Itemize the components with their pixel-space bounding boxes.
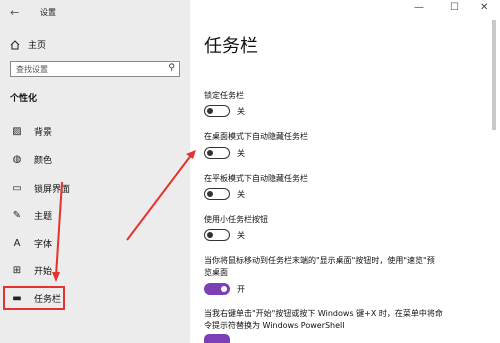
toggle-powershell[interactable] [204, 334, 230, 343]
toggle-knob [207, 107, 213, 114]
toggle-state: 关 [237, 149, 245, 158]
toggle-knob [207, 190, 213, 197]
setting-label: 使用小任务栏按钮 [204, 215, 268, 224]
setting-label: 在桌面模式下自动隐藏任务栏 [204, 132, 308, 141]
setting-label: 览桌面 [204, 268, 228, 277]
toggle-state: 关 [237, 190, 245, 199]
toggle-knob [207, 231, 213, 238]
minimize-icon[interactable]: — [414, 2, 424, 13]
toggle-autohide-desktop[interactable] [204, 147, 230, 159]
setting-label: 当我右键单击"开始"按钮或按下 Windows 键+X 时，在菜单中将命 [204, 309, 443, 318]
toggle-state: 关 [237, 231, 245, 240]
toggle-autohide-tablet[interactable] [204, 188, 230, 200]
toggle-peek-desktop[interactable] [204, 283, 230, 295]
toggle-state: 开 [237, 285, 245, 294]
close-icon[interactable]: ✕ [480, 2, 488, 13]
toggle-state: 关 [237, 107, 245, 116]
scrollbar[interactable] [492, 20, 496, 130]
toggle-small-buttons[interactable] [204, 229, 230, 241]
setting-label: 锁定任务栏 [204, 91, 244, 100]
setting-label: 令提示符替换为 Windows PowerShell [204, 321, 345, 330]
toggle-lock-taskbar[interactable] [204, 105, 230, 117]
maximize-icon[interactable]: ☐ [450, 2, 459, 13]
toggle-knob [221, 286, 227, 292]
page-title: 任务栏 [204, 36, 258, 57]
setting-label: 当你将鼠标移动到任务栏末端的"显示桌面"按钮时，使用"速览"预 [204, 256, 435, 265]
toggle-knob [207, 149, 213, 156]
setting-label: 在平板模式下自动隐藏任务栏 [204, 174, 308, 183]
